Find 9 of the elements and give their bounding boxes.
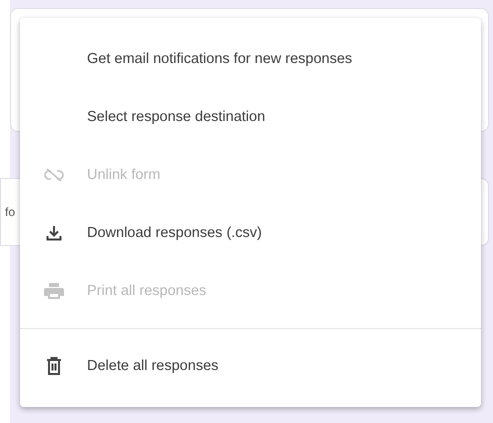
printer-icon: [44, 282, 64, 300]
menu-item[interactable]: Delete all responses: [20, 337, 481, 395]
card-text: fo: [5, 205, 15, 219]
menu-item[interactable]: Get email notifications for new responses: [20, 30, 481, 88]
menu-item[interactable]: Download responses (.csv): [20, 204, 481, 262]
menu-item[interactable]: Select response destination: [20, 88, 481, 146]
trash-icon: [46, 357, 60, 375]
download-icon: [46, 225, 62, 241]
unlink-icon: [44, 168, 64, 182]
